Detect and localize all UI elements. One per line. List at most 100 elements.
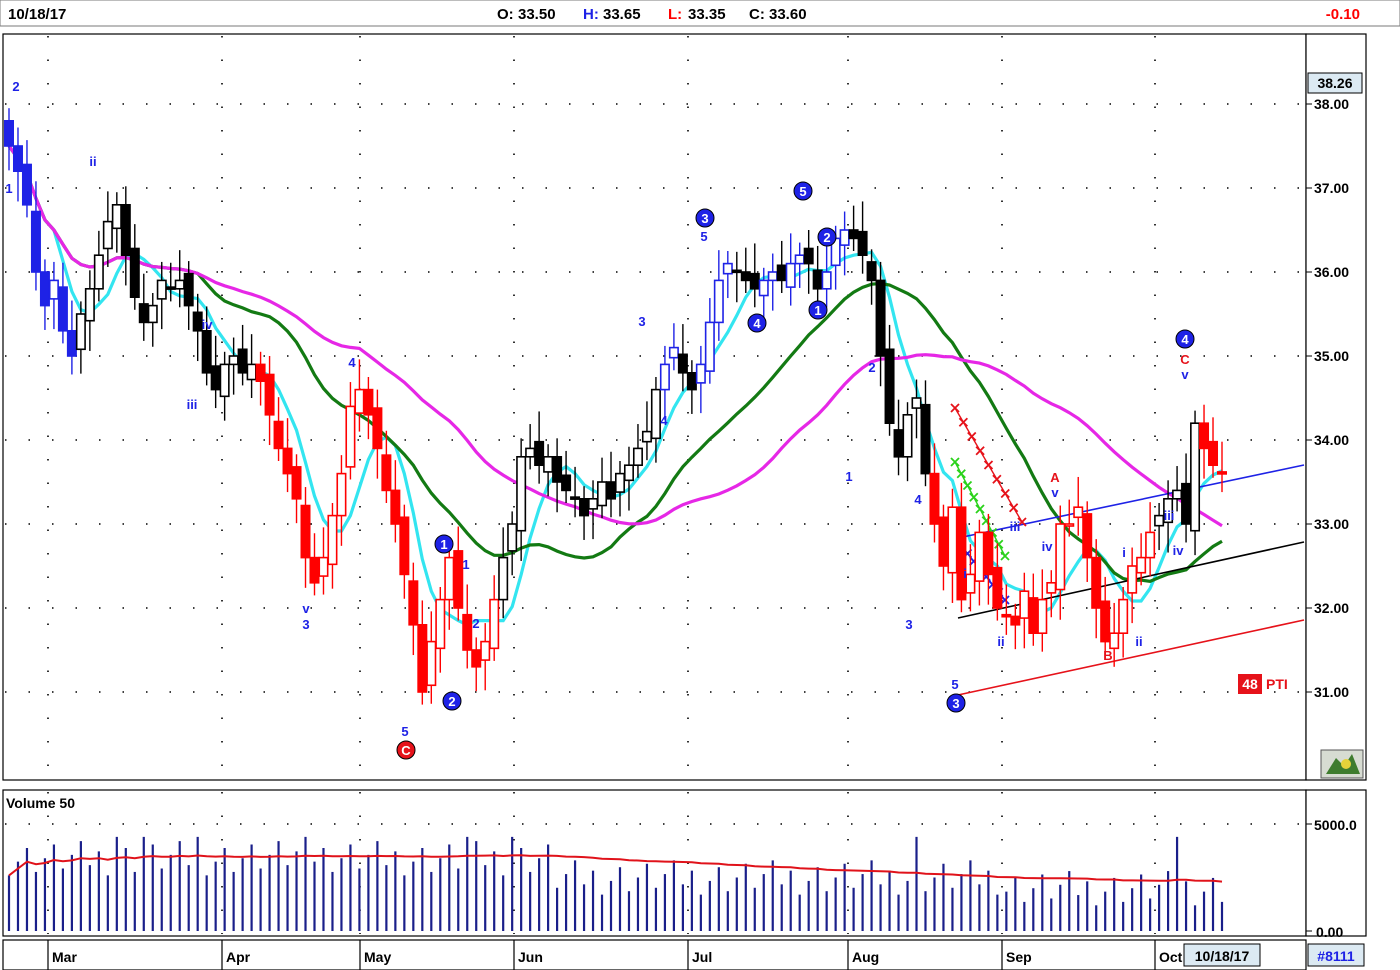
circled-wave-label: 2: [442, 691, 462, 711]
footer-date: 10/18/17: [1195, 948, 1250, 964]
candle-body: [776, 264, 787, 282]
candle-body: [704, 321, 715, 372]
candle-body: [291, 466, 302, 500]
candle-body: [920, 403, 931, 475]
candle-body: [947, 506, 958, 574]
candle-body: [453, 550, 464, 609]
candle-body: [1100, 600, 1111, 643]
candle-body: [165, 286, 176, 290]
volume-title: Volume 50: [6, 795, 75, 811]
wave-label: 1: [462, 557, 469, 572]
wave-label: 5: [401, 724, 408, 739]
candle-body: [794, 254, 805, 265]
candle-body: [48, 279, 59, 300]
candle-body: [579, 497, 590, 517]
candle-body: [372, 407, 383, 450]
candle-body: [857, 230, 868, 256]
volume-tick-top: 5000.0: [1314, 817, 1357, 833]
candle-body: [525, 447, 536, 458]
candle-body: [552, 455, 563, 483]
header-bar: 10/18/17 O: 33.50 H: 33.65 L: 33.35 C: 3…: [0, 0, 1400, 27]
candle-body: [300, 504, 311, 559]
wave-circle-label: 1: [814, 303, 821, 318]
volume-panel: Volume 50 5000.0 0.00: [2, 789, 1367, 940]
candle-body: [1046, 581, 1057, 594]
candle-body: [1118, 598, 1129, 634]
candle-body: [1109, 632, 1120, 650]
candle-body: [183, 272, 194, 307]
candle-body: [1073, 506, 1084, 519]
candle-body: [1055, 523, 1066, 591]
circled-wave-label: 1: [434, 534, 454, 554]
candle-body: [66, 329, 77, 357]
candle-body: [174, 279, 185, 290]
wave-label: 1: [5, 181, 12, 196]
candle-body: [435, 598, 446, 650]
wave-circle-label: 3: [701, 211, 708, 226]
candle-body: [866, 261, 877, 282]
candle-body: [695, 363, 706, 384]
candle-body: [129, 247, 140, 298]
candle-body: [722, 262, 733, 275]
wave-label: 2: [12, 79, 19, 94]
wave-label: i: [1122, 545, 1126, 560]
wave-label: v: [1181, 367, 1189, 382]
candle-body: [480, 640, 491, 661]
month-label: Apr: [226, 949, 251, 965]
candle-body: [767, 271, 778, 282]
candle-body: [462, 613, 473, 651]
wave-label: 4: [914, 492, 922, 507]
candle-body: [606, 481, 617, 500]
candle-body: [588, 497, 599, 510]
volume-tick-bottom: 0.00: [1316, 924, 1343, 940]
last-price-value: 38.26: [1317, 75, 1352, 91]
candle-body: [138, 303, 149, 324]
pti-value: 48: [1242, 676, 1258, 692]
month-label: Jun: [518, 949, 543, 965]
month-label: Sep: [1006, 949, 1032, 965]
candle-body: [561, 474, 572, 492]
candle-body: [102, 220, 113, 250]
candle-body: [399, 516, 410, 576]
candle-body: [363, 388, 374, 416]
candle-body: [641, 430, 652, 443]
candle-body: [534, 440, 545, 466]
wave-label: v: [302, 601, 310, 616]
candle-body: [309, 556, 320, 584]
candle-body: [614, 472, 625, 493]
candle-body: [273, 420, 284, 450]
wave-label: iii: [1010, 519, 1021, 534]
wave-label: ii: [1135, 634, 1142, 649]
header-open-value: 33.50: [518, 6, 556, 23]
wave-label: 4: [348, 355, 356, 370]
circled-wave-label: 2: [817, 227, 837, 247]
candle-body: [246, 363, 257, 381]
wave-label: 3: [638, 314, 645, 329]
wave-label: iii: [1164, 508, 1175, 523]
candle-body: [686, 371, 697, 391]
wave-circle-label: 5: [799, 184, 806, 199]
symbol-code-badge[interactable]: #8111: [1307, 943, 1365, 967]
price-tick-label: 36.00: [1314, 264, 1349, 280]
header-close-value: 33.60: [769, 6, 807, 23]
candle-body: [417, 623, 428, 693]
candle-body: [282, 447, 293, 475]
candle-body: [1037, 598, 1048, 634]
candle-body: [489, 598, 500, 650]
chart-settings-icon[interactable]: [1320, 749, 1364, 779]
candle-body: [237, 348, 248, 374]
price-tick-label: 35.00: [1314, 348, 1349, 364]
candle-body: [650, 388, 661, 440]
candle-body: [1190, 422, 1201, 532]
candle-body: [507, 523, 518, 552]
wave-label: C: [1180, 352, 1190, 367]
candle-body: [875, 279, 886, 357]
candle-body: [471, 649, 482, 668]
time-axis: Mar Apr May Jun Jul Aug Sep Oct 10/18/17 #8111: [2, 939, 1365, 970]
candle-body: [210, 365, 221, 391]
candle-body: [1217, 471, 1228, 475]
candle-body: [677, 353, 688, 374]
candle-body: [21, 163, 32, 206]
wave-circle-label: 4: [1181, 332, 1189, 347]
wave-label: B: [1103, 648, 1112, 663]
